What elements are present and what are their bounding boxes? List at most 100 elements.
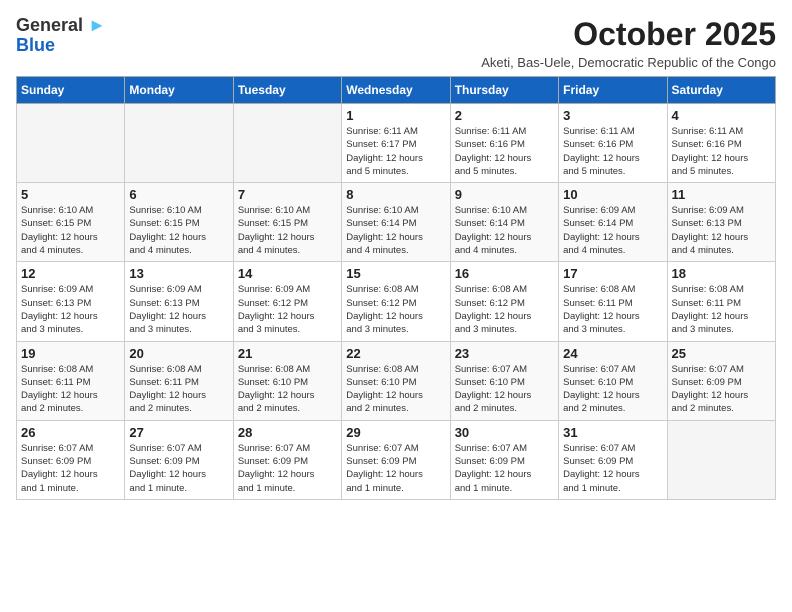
day-info: Sunrise: 6:09 AM Sunset: 6:13 PM Dayligh… bbox=[672, 204, 771, 257]
day-info: Sunrise: 6:08 AM Sunset: 6:11 PM Dayligh… bbox=[563, 283, 662, 336]
day-number: 22 bbox=[346, 346, 445, 361]
day-number: 6 bbox=[129, 187, 228, 202]
day-cell: 26 Sunrise: 6:07 AM Sunset: 6:09 PM Dayli… bbox=[17, 420, 125, 499]
day-cell bbox=[667, 420, 775, 499]
logo-general-text: General bbox=[16, 15, 83, 35]
day-number: 14 bbox=[238, 266, 337, 281]
day-number: 4 bbox=[672, 108, 771, 123]
calendar-table: SundayMondayTuesdayWednesdayThursdayFrid… bbox=[16, 76, 776, 500]
day-cell: 17 Sunrise: 6:08 AM Sunset: 6:11 PM Dayli… bbox=[559, 262, 667, 341]
day-cell: 28Sunrise: 6:07 AM Sunset: 6:09 PM Dayli… bbox=[233, 420, 341, 499]
week-row-4: 19 Sunrise: 6:08 AM Sunset: 6:11 PM Dayli… bbox=[17, 341, 776, 420]
day-cell: 21 Sunrise: 6:08 AM Sunset: 6:10 PM Dayli… bbox=[233, 341, 341, 420]
day-info: Sunrise: 6:11 AM Sunset: 6:16 PM Dayligh… bbox=[672, 125, 771, 178]
day-cell: 20 Sunrise: 6:08 AM Sunset: 6:11 PM Dayli… bbox=[125, 341, 233, 420]
title-block: October 2025 Aketi, Bas-Uele, Democratic… bbox=[481, 16, 776, 70]
day-cell: 19Sunrise: 6:08 AM Sunset: 6:11 PM Dayli… bbox=[17, 341, 125, 420]
day-number: 2 bbox=[455, 108, 554, 123]
day-info: Sunrise: 6:07 AM Sunset: 6:10 PM Dayligh… bbox=[563, 363, 662, 416]
day-number: 29 bbox=[346, 425, 445, 440]
day-cell: 6 Sunrise: 6:10 AM Sunset: 6:15 PM Daylig… bbox=[125, 183, 233, 262]
day-info: Sunrise: 6:08 AM Sunset: 6:10 PM Dayligh… bbox=[238, 363, 337, 416]
day-cell: 31 Sunrise: 6:07 AM Sunset: 6:09 PM Dayli… bbox=[559, 420, 667, 499]
day-info: Sunrise: 6:07 AM Sunset: 6:09 PM Dayligh… bbox=[455, 442, 554, 495]
day-number: 18 bbox=[672, 266, 771, 281]
day-info: Sunrise: 6:09 AM Sunset: 6:12 PM Dayligh… bbox=[238, 283, 337, 336]
day-info: Sunrise: 6:07 AM Sunset: 6:09 PM Dayligh… bbox=[563, 442, 662, 495]
day-number: 28 bbox=[238, 425, 337, 440]
day-cell: 14 Sunrise: 6:09 AM Sunset: 6:12 PM Dayli… bbox=[233, 262, 341, 341]
day-cell: 29 Sunrise: 6:07 AM Sunset: 6:09 PM Dayli… bbox=[342, 420, 450, 499]
day-number: 13 bbox=[129, 266, 228, 281]
week-row-2: 5 Sunrise: 6:10 AM Sunset: 6:15 PM Daylig… bbox=[17, 183, 776, 262]
day-number: 11 bbox=[672, 187, 771, 202]
day-number: 10 bbox=[563, 187, 662, 202]
day-number: 20 bbox=[129, 346, 228, 361]
col-header-thursday: Thursday bbox=[450, 77, 558, 104]
day-info: Sunrise: 6:10 AM Sunset: 6:15 PM Dayligh… bbox=[21, 204, 120, 257]
day-cell: 3Sunrise: 6:11 AM Sunset: 6:16 PM Daylig… bbox=[559, 104, 667, 183]
day-number: 25 bbox=[672, 346, 771, 361]
day-info: Sunrise: 6:11 AM Sunset: 6:16 PM Dayligh… bbox=[563, 125, 662, 178]
day-info: Sunrise: 6:08 AM Sunset: 6:12 PM Dayligh… bbox=[455, 283, 554, 336]
day-cell: 18 Sunrise: 6:08 AM Sunset: 6:11 PM Dayli… bbox=[667, 262, 775, 341]
day-info: Sunrise: 6:11 AM Sunset: 6:16 PM Dayligh… bbox=[455, 125, 554, 178]
day-cell: 4 Sunrise: 6:11 AM Sunset: 6:16 PM Daylig… bbox=[667, 104, 775, 183]
day-info: Sunrise: 6:07 AM Sunset: 6:09 PM Dayligh… bbox=[21, 442, 120, 495]
day-info: Sunrise: 6:08 AM Sunset: 6:11 PM Dayligh… bbox=[129, 363, 228, 416]
day-number: 30 bbox=[455, 425, 554, 440]
day-cell bbox=[125, 104, 233, 183]
day-cell: 30 Sunrise: 6:07 AM Sunset: 6:09 PM Dayli… bbox=[450, 420, 558, 499]
day-info: Sunrise: 6:07 AM Sunset: 6:09 PM Dayligh… bbox=[672, 363, 771, 416]
day-info: Sunrise: 6:07 AM Sunset: 6:09 PM Dayligh… bbox=[129, 442, 228, 495]
day-number: 27 bbox=[129, 425, 228, 440]
day-cell: 10Sunrise: 6:09 AM Sunset: 6:14 PM Dayli… bbox=[559, 183, 667, 262]
col-header-saturday: Saturday bbox=[667, 77, 775, 104]
day-number: 26 bbox=[21, 425, 120, 440]
day-number: 1 bbox=[346, 108, 445, 123]
day-number: 8 bbox=[346, 187, 445, 202]
day-info: Sunrise: 6:11 AM Sunset: 6:17 PM Dayligh… bbox=[346, 125, 445, 178]
col-header-friday: Friday bbox=[559, 77, 667, 104]
day-info: Sunrise: 6:09 AM Sunset: 6:13 PM Dayligh… bbox=[21, 283, 120, 336]
day-number: 19 bbox=[21, 346, 120, 361]
week-row-5: 26 Sunrise: 6:07 AM Sunset: 6:09 PM Dayli… bbox=[17, 420, 776, 499]
day-info: Sunrise: 6:08 AM Sunset: 6:10 PM Dayligh… bbox=[346, 363, 445, 416]
col-header-wednesday: Wednesday bbox=[342, 77, 450, 104]
day-number: 5 bbox=[21, 187, 120, 202]
day-number: 17 bbox=[563, 266, 662, 281]
day-info: Sunrise: 6:07 AM Sunset: 6:10 PM Dayligh… bbox=[455, 363, 554, 416]
day-cell: 9 Sunrise: 6:10 AM Sunset: 6:14 PM Daylig… bbox=[450, 183, 558, 262]
day-cell: 25 Sunrise: 6:07 AM Sunset: 6:09 PM Dayli… bbox=[667, 341, 775, 420]
day-cell: 7Sunrise: 6:10 AM Sunset: 6:15 PM Daylig… bbox=[233, 183, 341, 262]
day-number: 23 bbox=[455, 346, 554, 361]
col-header-sunday: Sunday bbox=[17, 77, 125, 104]
day-cell: 23 Sunrise: 6:07 AM Sunset: 6:10 PM Dayli… bbox=[450, 341, 558, 420]
day-info: Sunrise: 6:08 AM Sunset: 6:11 PM Dayligh… bbox=[672, 283, 771, 336]
day-info: Sunrise: 6:07 AM Sunset: 6:09 PM Dayligh… bbox=[346, 442, 445, 495]
day-info: Sunrise: 6:10 AM Sunset: 6:15 PM Dayligh… bbox=[238, 204, 337, 257]
day-number: 12 bbox=[21, 266, 120, 281]
day-cell: 13 Sunrise: 6:09 AM Sunset: 6:13 PM Dayli… bbox=[125, 262, 233, 341]
col-header-monday: Monday bbox=[125, 77, 233, 104]
location-subtitle: Aketi, Bas-Uele, Democratic Republic of … bbox=[481, 55, 776, 70]
day-number: 31 bbox=[563, 425, 662, 440]
day-cell bbox=[17, 104, 125, 183]
week-row-3: 12 Sunrise: 6:09 AM Sunset: 6:13 PM Dayli… bbox=[17, 262, 776, 341]
day-info: Sunrise: 6:09 AM Sunset: 6:13 PM Dayligh… bbox=[129, 283, 228, 336]
month-title: October 2025 bbox=[481, 16, 776, 53]
day-info: Sunrise: 6:10 AM Sunset: 6:14 PM Dayligh… bbox=[346, 204, 445, 257]
logo-blue-text: Blue bbox=[16, 36, 55, 56]
day-cell: 5 Sunrise: 6:10 AM Sunset: 6:15 PM Daylig… bbox=[17, 183, 125, 262]
page-header: General ► Blue October 2025 Aketi, Bas-U… bbox=[16, 16, 776, 70]
day-number: 24 bbox=[563, 346, 662, 361]
col-header-tuesday: Tuesday bbox=[233, 77, 341, 104]
day-cell: 27 Sunrise: 6:07 AM Sunset: 6:09 PM Dayli… bbox=[125, 420, 233, 499]
day-number: 9 bbox=[455, 187, 554, 202]
day-info: Sunrise: 6:10 AM Sunset: 6:14 PM Dayligh… bbox=[455, 204, 554, 257]
week-row-1: 1 Sunrise: 6:11 AM Sunset: 6:17 PM Daylig… bbox=[17, 104, 776, 183]
day-cell: 22 Sunrise: 6:08 AM Sunset: 6:10 PM Dayli… bbox=[342, 341, 450, 420]
day-info: Sunrise: 6:10 AM Sunset: 6:15 PM Dayligh… bbox=[129, 204, 228, 257]
day-number: 21 bbox=[238, 346, 337, 361]
day-cell: 12 Sunrise: 6:09 AM Sunset: 6:13 PM Dayli… bbox=[17, 262, 125, 341]
